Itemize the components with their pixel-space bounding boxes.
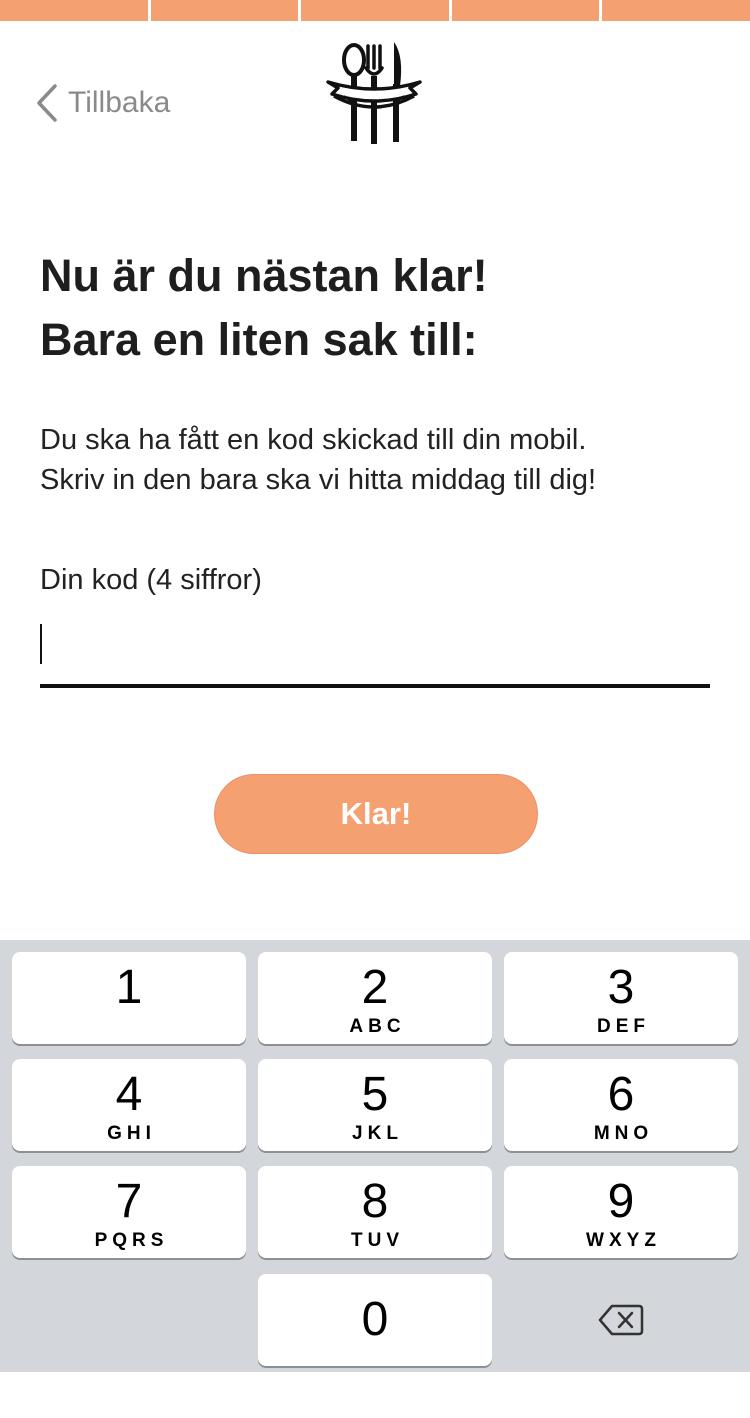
- intro-text: Du ska ha fått en kod skickad till din m…: [40, 420, 730, 500]
- key-digit: 1: [115, 961, 143, 1014]
- page-title: Nu är du nästan klar! Bara en liten sak …: [40, 244, 720, 372]
- key-letters: GHI: [107, 1123, 156, 1144]
- progress-step: [602, 0, 750, 21]
- chevron-left-icon: [37, 84, 57, 122]
- key-letters: ABC: [349, 1016, 406, 1037]
- title-line-2: Bara en liten sak till:: [40, 314, 478, 365]
- key-digit: 9: [607, 1175, 635, 1228]
- key-digit: 8: [361, 1175, 389, 1228]
- key-2[interactable]: 2 ABC: [258, 952, 492, 1044]
- key-digit: 0: [361, 1293, 389, 1346]
- home-indicator-area: [0, 1372, 750, 1418]
- key-letters: TUV: [351, 1230, 404, 1251]
- key-8[interactable]: 8 TUV: [258, 1166, 492, 1258]
- title-line-1: Nu är du nästan klar!: [40, 250, 488, 301]
- intro-line-2: Skriv in den bara ska vi hitta middag ti…: [40, 464, 597, 496]
- cutlery-banner-icon: [326, 42, 422, 144]
- progress-step: [301, 0, 449, 21]
- key-letters: MNO: [593, 1123, 654, 1144]
- key-digit: 7: [115, 1175, 143, 1228]
- key-3[interactable]: 3 DEF: [504, 952, 738, 1044]
- code-input[interactable]: [40, 614, 710, 688]
- key-5[interactable]: 5 JKL: [258, 1059, 492, 1151]
- text-cursor: [40, 624, 42, 664]
- numeric-keypad: 1 2 ABC 3 DEF 4 GHI 5 JKL 6 MNO 7 PQRS 8…: [0, 940, 750, 1372]
- code-field-label: Din kod (4 siffror): [40, 564, 262, 596]
- key-digit: 3: [607, 961, 635, 1014]
- key-7[interactable]: 7 PQRS: [12, 1166, 246, 1258]
- key-digit: 5: [361, 1068, 389, 1121]
- key-letters: JKL: [352, 1123, 403, 1144]
- back-button[interactable]: Tillbaka: [36, 82, 170, 124]
- progress-step: [150, 0, 299, 21]
- key-1[interactable]: 1: [12, 952, 246, 1044]
- back-label: Tillbaka: [68, 86, 171, 119]
- key-letters: WXYZ: [586, 1230, 661, 1251]
- key-6[interactable]: 6 MNO: [504, 1059, 738, 1151]
- key-digit: 6: [607, 1068, 635, 1121]
- key-letters: DEF: [597, 1016, 650, 1037]
- key-digit: 2: [361, 961, 389, 1014]
- intro-line-1: Du ska ha fått en kod skickad till din m…: [40, 424, 587, 456]
- progress-step: [451, 0, 600, 21]
- key-letters: PQRS: [94, 1230, 169, 1251]
- key-0[interactable]: 0: [258, 1274, 492, 1366]
- delete-key[interactable]: [504, 1274, 738, 1366]
- progress-bar: [0, 0, 750, 21]
- progress-step: [0, 0, 148, 21]
- key-9[interactable]: 9 WXYZ: [504, 1166, 738, 1258]
- submit-button[interactable]: Klar!: [214, 774, 538, 854]
- key-digit: 4: [115, 1068, 143, 1121]
- key-4[interactable]: 4 GHI: [12, 1059, 246, 1151]
- backspace-icon: [598, 1304, 644, 1336]
